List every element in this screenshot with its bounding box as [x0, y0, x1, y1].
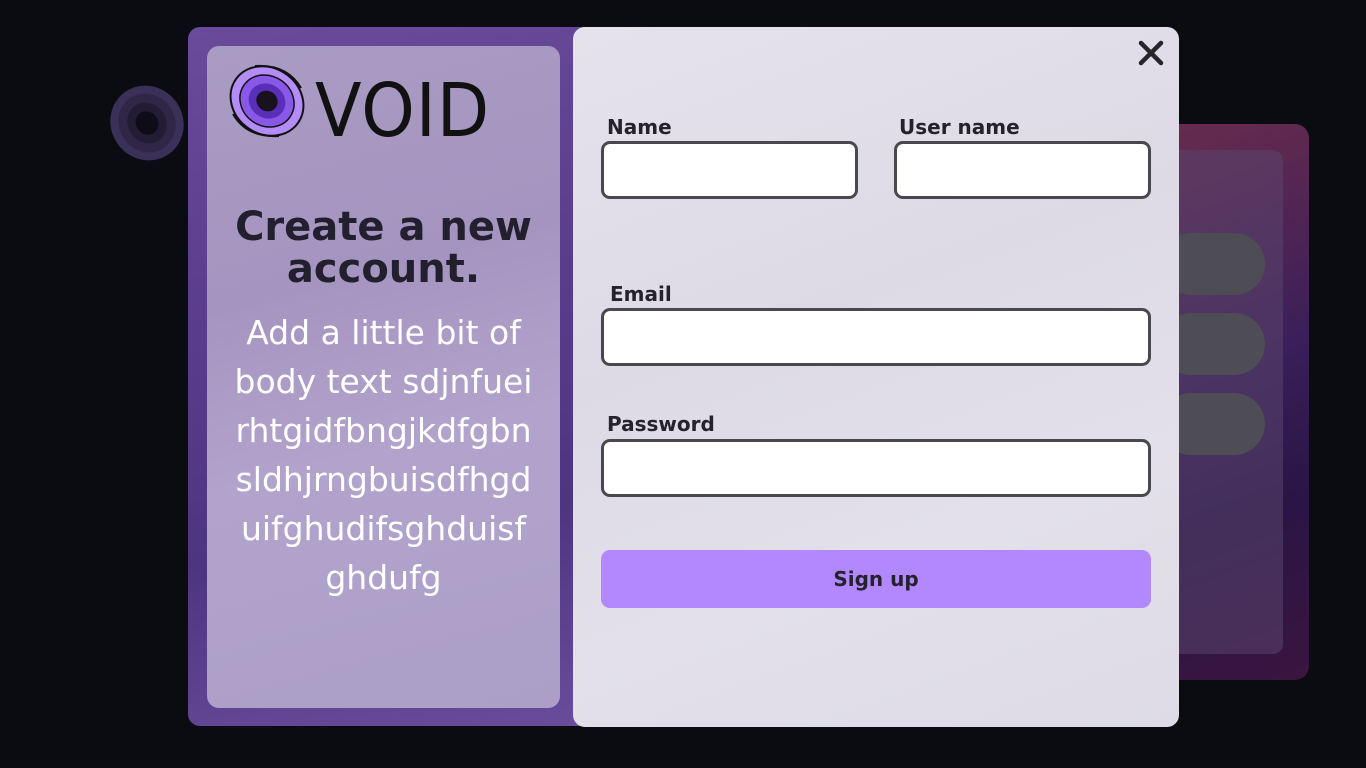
brand-panel: VOID Create a new account. Add a little …	[207, 46, 560, 708]
brand-wordmark: VOID	[315, 68, 491, 154]
sign-up-button[interactable]: Sign up	[601, 550, 1151, 608]
password-label: Password	[607, 412, 715, 436]
signup-screen: VOID Create a new account. Add a little …	[0, 0, 1366, 768]
password-input[interactable]	[601, 439, 1151, 497]
panel-title: Create a new account.	[235, 204, 532, 292]
username-input[interactable]	[894, 141, 1151, 199]
close-button[interactable]	[1134, 36, 1168, 70]
username-label: User name	[899, 115, 1020, 139]
close-icon	[1138, 40, 1164, 66]
background-logo-icon	[110, 85, 184, 161]
name-label: Name	[607, 115, 672, 139]
email-input[interactable]	[601, 308, 1151, 366]
void-logo-icon	[229, 64, 305, 138]
name-input[interactable]	[601, 141, 858, 199]
email-label: Email	[610, 282, 672, 306]
brand-logo: VOID	[227, 62, 527, 148]
panel-body-text: Add a little bit of body text sdjnfueirh…	[234, 313, 533, 597]
